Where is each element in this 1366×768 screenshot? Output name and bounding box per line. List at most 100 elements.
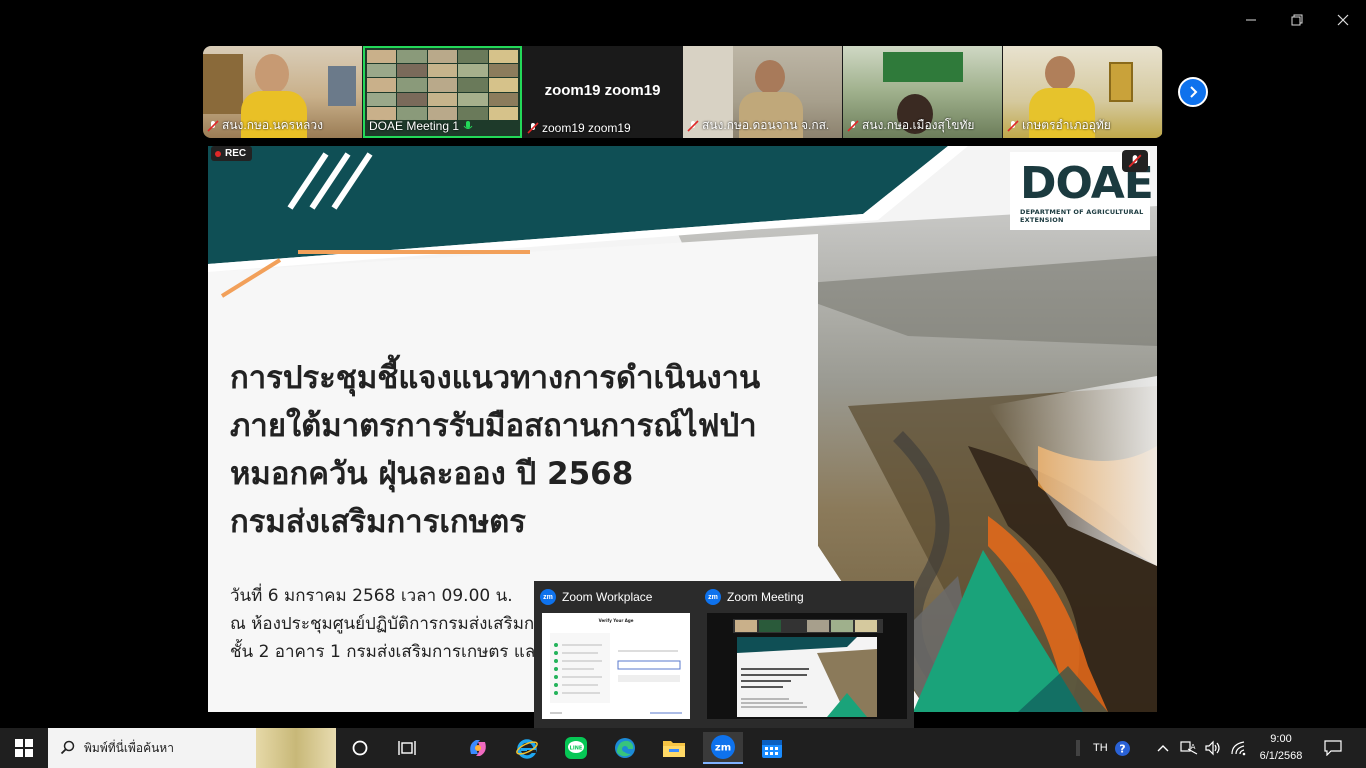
participant-name: สนง.กษอ.นครหลวง xyxy=(207,116,323,135)
bookshelf xyxy=(203,54,243,114)
gallery-cell xyxy=(397,64,427,78)
restore-button[interactable] xyxy=(1274,8,1320,32)
gallery-cell xyxy=(427,50,458,64)
record-dot-icon xyxy=(215,150,221,157)
gallery-cell xyxy=(458,64,488,78)
help-button[interactable]: ? xyxy=(1114,728,1131,768)
tray-separator xyxy=(1076,728,1080,768)
participant-strip: สนง.กษอ.นครหลวง DOAE Meeting 1 zoom19 zo… xyxy=(203,46,1163,138)
gallery-cell xyxy=(367,106,397,120)
mic-muted-icon xyxy=(1128,154,1142,168)
preview-thumbnail: Verify Your Age xyxy=(542,613,690,719)
gallery-cell xyxy=(397,106,427,120)
slide-subtitle: วันที่ 6 มกราคม 2568 เวลา 09.00 น. ณ ห้อ… xyxy=(230,586,545,662)
recording-indicator[interactable]: REC xyxy=(211,146,253,161)
verify-age-thumbnail xyxy=(550,633,682,714)
edge-icon xyxy=(615,738,635,758)
taskbar-search-box[interactable]: พิมพ์ที่นี่เพื่อค้นหา xyxy=(48,728,336,768)
gallery-cell xyxy=(458,78,488,92)
minimize-icon xyxy=(1246,19,1256,21)
edge-legacy-app[interactable] xyxy=(507,732,547,764)
windows-logo-icon xyxy=(15,739,33,757)
gallery-cell xyxy=(367,92,397,106)
chevron-right-icon xyxy=(1190,86,1198,98)
slide-title: การประชุมชี้แจงแนวทางการดำเนินงาน ภายใต้… xyxy=(230,360,761,540)
gallery-cell xyxy=(488,50,518,64)
zoom-app[interactable]: zm xyxy=(703,732,743,764)
svg-text:A: A xyxy=(1191,743,1196,751)
svg-text:zm: zm xyxy=(715,743,731,754)
gallery-cell xyxy=(488,78,518,92)
network-button[interactable] xyxy=(1230,728,1248,768)
zoom-app-icon: zm xyxy=(540,589,556,605)
participant-tile[interactable]: สนง.กษอ.เมืองสุโขทัย xyxy=(843,46,1002,138)
taskbar-thumbnail-previews: zm Zoom Workplace Verify Your Age zm Zoo… xyxy=(534,581,914,728)
gallery-cell xyxy=(458,106,488,120)
mic-muted-icon xyxy=(527,122,539,134)
internet-explorer-icon xyxy=(516,739,538,759)
copilot-icon xyxy=(470,740,486,756)
minimize-button[interactable] xyxy=(1228,8,1274,32)
input-method-button[interactable]: A xyxy=(1180,728,1198,768)
gallery-cell xyxy=(458,50,488,64)
svg-text:?: ? xyxy=(1119,742,1125,755)
taskbar-clock[interactable]: 9:00 6/1/2568 xyxy=(1250,731,1312,765)
keyboard-language-icon: A xyxy=(1180,741,1198,755)
show-hidden-icons-button[interactable] xyxy=(1156,728,1170,768)
calendar-app[interactable] xyxy=(752,732,792,764)
preview-thumbnail xyxy=(707,613,907,719)
participant-name: DOAE Meeting 1 xyxy=(369,119,474,133)
file-explorer-app[interactable] xyxy=(654,732,694,764)
mic-icon xyxy=(463,121,473,129)
line-app[interactable]: LINE xyxy=(556,732,596,764)
meeting-thumbnail xyxy=(733,619,883,717)
gallery-cell xyxy=(488,92,518,106)
gallery-cell xyxy=(458,92,488,106)
gallery-grid xyxy=(367,50,518,120)
participant-tile[interactable]: สนง.กษอ.นครหลวง xyxy=(203,46,362,138)
start-button[interactable] xyxy=(0,728,48,768)
gallery-cell xyxy=(397,50,427,64)
mic-muted-icon xyxy=(687,119,699,132)
task-view-button[interactable] xyxy=(388,732,428,764)
restore-icon xyxy=(1291,14,1303,26)
input-language[interactable]: TH xyxy=(1093,728,1108,768)
preview-zoom-workplace[interactable]: zm Zoom Workplace Verify Your Age xyxy=(534,581,699,728)
zoom-app-icon: zm xyxy=(705,589,721,605)
participant-name: zoom19 zoom19 xyxy=(527,121,631,135)
cortana-button[interactable] xyxy=(340,732,380,764)
folder-icon xyxy=(663,741,685,757)
participant-face xyxy=(1045,56,1075,90)
close-button[interactable] xyxy=(1320,8,1366,32)
help-icon: ? xyxy=(1115,740,1130,756)
volume-button[interactable] xyxy=(1204,728,1222,768)
next-page-button[interactable] xyxy=(1178,77,1208,107)
search-icon xyxy=(60,740,75,755)
preview-zoom-meeting[interactable]: zm Zoom Meeting xyxy=(699,581,907,728)
gallery-cell xyxy=(488,64,518,78)
participant-name: สนง.กษอ.เมืองสุโขทัย xyxy=(847,116,974,135)
participant-tile[interactable]: zoom19 zoom19 zoom19 zoom19 xyxy=(523,46,682,138)
cabinet xyxy=(328,66,356,106)
zoom-icon: zm xyxy=(711,735,735,759)
divider-icon xyxy=(1076,740,1080,756)
participant-tile-active[interactable]: DOAE Meeting 1 xyxy=(363,46,522,138)
gallery-cell xyxy=(367,64,397,78)
speaker-icon xyxy=(1205,740,1220,756)
chevron-up-icon xyxy=(1157,745,1169,752)
participant-tile[interactable]: สนง.กษอ.ดอนจาน จ.กส. xyxy=(683,46,842,138)
gallery-cell xyxy=(488,106,518,120)
close-icon xyxy=(1337,14,1349,26)
gallery-cell xyxy=(367,50,397,64)
mic-muted-icon xyxy=(207,119,219,132)
copilot-app[interactable] xyxy=(458,732,498,764)
cortana-icon xyxy=(352,740,368,756)
task-view-icon xyxy=(398,741,416,755)
participant-tile[interactable]: เกษตรอำเภออุทัย xyxy=(1003,46,1162,138)
portrait-frame xyxy=(1109,62,1133,102)
gallery-cell xyxy=(427,92,458,106)
mic-muted-icon xyxy=(1007,119,1019,132)
edge-app[interactable] xyxy=(605,732,645,764)
participant-name: สนง.กษอ.ดอนจาน จ.กส. xyxy=(687,116,829,135)
notifications-button[interactable] xyxy=(1324,728,1342,768)
